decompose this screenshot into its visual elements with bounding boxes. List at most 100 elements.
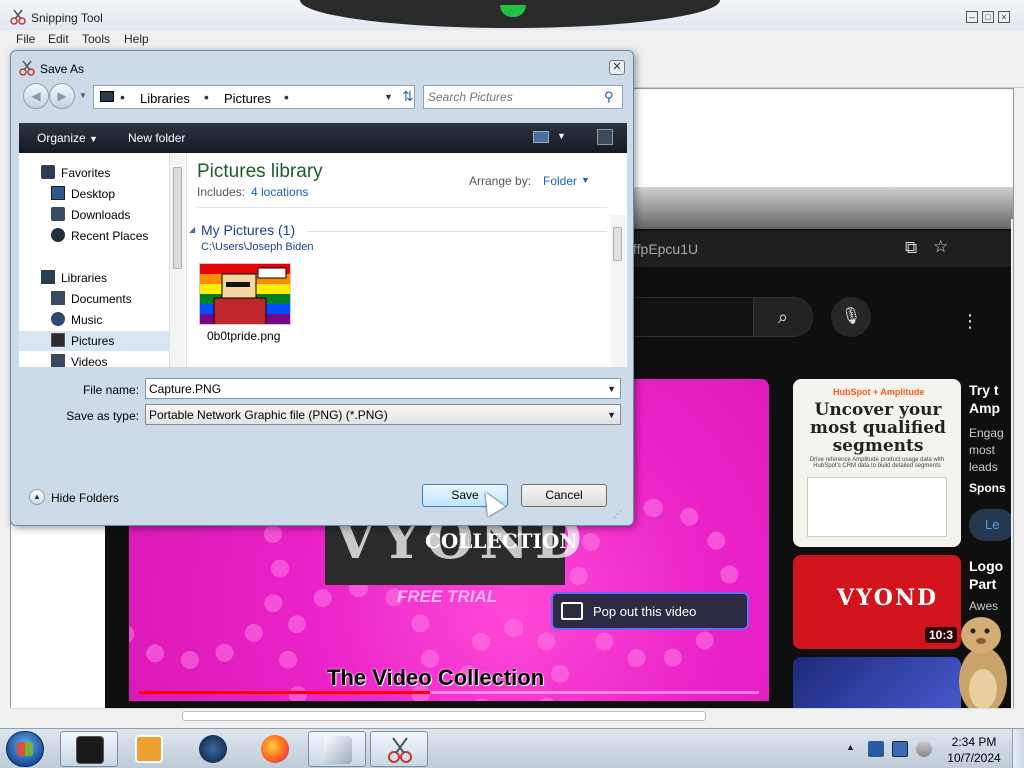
minimize-button[interactable]: – <box>966 11 978 23</box>
close-button[interactable]: × <box>998 11 1010 23</box>
file-name-combobox[interactable]: ▼ <box>145 378 621 399</box>
dialog-close-button[interactable]: ✕ <box>609 60 625 75</box>
bookmark-star-icon[interactable]: ☆ <box>933 237 948 257</box>
snipping-tool-title: Snipping Tool <box>31 11 103 25</box>
preview-pane-icon[interactable] <box>597 129 613 145</box>
resize-grip-icon[interactable]: ⋰ <box>613 509 622 520</box>
new-folder-button[interactable]: New folder <box>128 131 185 145</box>
clock-date[interactable]: 10/7/2024 <box>940 751 1008 765</box>
breadcrumb-separator[interactable]: • <box>120 89 125 105</box>
breadcrumb-separator[interactable]: • <box>204 89 209 105</box>
menu-help[interactable]: Help <box>124 32 149 46</box>
scroll-thumb[interactable] <box>182 711 706 721</box>
menu-file[interactable]: File <box>16 32 35 46</box>
search-input[interactable] <box>428 88 598 106</box>
chevron-down-icon[interactable]: ▼ <box>607 384 616 394</box>
search-icon[interactable]: ⌕ <box>753 297 813 337</box>
scroll-thumb[interactable] <box>613 227 622 261</box>
taskbar-app-paint[interactable] <box>308 731 366 767</box>
ad-learn-more-button[interactable]: Le <box>969 509 1013 541</box>
tree-item-documents[interactable]: Documents <box>19 289 169 309</box>
save-as-type-select[interactable]: Portable Network Graphic file (PNG) (*.P… <box>145 404 621 425</box>
file-name-input[interactable] <box>149 381 589 396</box>
video-progress-bar[interactable] <box>139 691 759 694</box>
tray-app-icon[interactable] <box>868 741 884 757</box>
tree-item-libraries[interactable]: Libraries <box>19 268 169 288</box>
tree-item-music[interactable]: Music <box>19 310 169 330</box>
menu-edit[interactable]: Edit <box>48 32 69 46</box>
breadcrumb-libraries[interactable]: Libraries <box>140 91 190 106</box>
library-locations-link[interactable]: 4 locations <box>251 185 308 199</box>
globe-icon <box>199 735 227 763</box>
vyond-collection-text: COLLECTION <box>425 529 578 553</box>
tree-item-desktop[interactable]: Desktop <box>19 184 169 204</box>
chevron-down-icon[interactable]: ▼ <box>581 175 590 185</box>
clock-time[interactable]: 2:34 PM <box>940 735 1008 749</box>
menu-tools[interactable]: Tools <box>82 32 110 46</box>
recent-pages-chevron-icon[interactable]: ▼ <box>79 91 87 100</box>
navigation-scrollbar[interactable] <box>169 153 185 367</box>
navigation-pane: Favorites Desktop Downloads Recent Place… <box>19 153 187 367</box>
ad-thumbnail[interactable]: HubSpot + Amplitude Uncover your most qu… <box>793 379 961 547</box>
arrange-by-dropdown[interactable]: Folder <box>543 174 577 188</box>
save-as-type-label: Save as type: <box>66 409 139 423</box>
hide-folders-button[interactable]: ▲ Hide Folders <box>29 488 139 508</box>
address-dropdown-icon[interactable]: ▼ <box>384 92 393 102</box>
collapse-group-icon[interactable]: ◢ <box>189 225 195 234</box>
microphone-icon[interactable]: 🎙 <box>831 297 871 337</box>
volume-icon[interactable] <box>916 741 932 757</box>
show-hidden-icons-arrow[interactable]: ▲ <box>846 742 855 752</box>
network-icon[interactable] <box>892 741 908 757</box>
pride-cartoon-image <box>200 264 290 324</box>
scroll-thumb[interactable] <box>1013 339 1014 579</box>
taskbar-app-firefox[interactable] <box>246 731 304 767</box>
chevron-down-icon[interactable]: ▼ <box>607 410 616 420</box>
forward-arrow-icon[interactable]: ▶ <box>49 83 75 109</box>
chevron-up-icon: ▲ <box>29 489 45 505</box>
view-options-chevron-icon[interactable]: ▼ <box>557 131 566 141</box>
file-list-scrollbar[interactable] <box>611 215 625 367</box>
address-text: ffpEpcu1U <box>633 241 699 257</box>
change-view-icon[interactable] <box>533 131 549 143</box>
taskbar-app-media-player[interactable] <box>120 731 178 767</box>
show-desktop-button[interactable] <box>1012 729 1024 768</box>
breadcrumb-pictures[interactable]: Pictures <box>224 91 271 106</box>
scroll-thumb[interactable] <box>173 167 182 269</box>
command-bar: Organize ▼ New folder ▼ <box>19 123 627 153</box>
breadcrumb-separator[interactable]: • <box>284 89 289 105</box>
ad-title[interactable]: Try t Amp <box>969 381 1013 417</box>
maximize-button[interactable]: □ <box>982 11 994 23</box>
horizontal-scrollbar[interactable] <box>10 708 1014 722</box>
desktop-icon <box>51 186 65 200</box>
start-button[interactable] <box>6 731 44 767</box>
back-arrow-icon[interactable]: ◀ <box>23 83 49 109</box>
tree-item-videos[interactable]: Videos <box>19 352 169 367</box>
search-box[interactable]: ⚲ <box>423 85 623 109</box>
vertical-scrollbar[interactable] <box>1011 219 1014 719</box>
taskbar-app-globe[interactable] <box>184 731 242 767</box>
library-title: Pictures library <box>197 161 323 182</box>
ad-body: Engag most leads <box>969 426 1004 474</box>
youtube-search-input[interactable] <box>623 297 753 337</box>
file-thumbnail[interactable] <box>199 263 291 325</box>
group-header[interactable]: My Pictures (1) <box>201 222 295 238</box>
recent-places-icon <box>51 228 65 242</box>
suggested-video-title[interactable]: Logo Part <box>969 557 1009 593</box>
tree-item-pictures[interactable]: Pictures <box>19 331 169 351</box>
suggested-video-thumbnail[interactable]: VYOND 10:3 <box>793 555 961 649</box>
refresh-icon[interactable]: ⇅ <box>402 88 414 105</box>
browser-address-bar[interactable]: ffpEpcu1U ⧉ ☆ <box>623 231 1013 267</box>
picture-in-picture-icon[interactable]: ⧉ <box>905 238 917 258</box>
tree-item-recent-places[interactable]: Recent Places <box>19 226 169 246</box>
file-name-label[interactable]: 0b0tpride.png <box>207 329 280 343</box>
taskbar-app-terminal[interactable] <box>60 731 118 767</box>
popout-video-button[interactable]: Pop out this video <box>551 592 749 630</box>
tree-item-downloads[interactable]: Downloads <box>19 205 169 225</box>
cancel-button[interactable]: Cancel <box>521 484 607 507</box>
search-icon[interactable]: ⚲ <box>604 89 614 105</box>
address-bar[interactable]: • Libraries • Pictures • ▼ ⇅ <box>93 85 415 109</box>
taskbar-app-snipping-tool[interactable] <box>370 731 428 767</box>
tree-item-favorites[interactable]: Favorites <box>19 163 169 183</box>
organize-button[interactable]: Organize ▼ <box>37 131 98 145</box>
more-options-icon[interactable]: ⋮ <box>961 311 979 332</box>
